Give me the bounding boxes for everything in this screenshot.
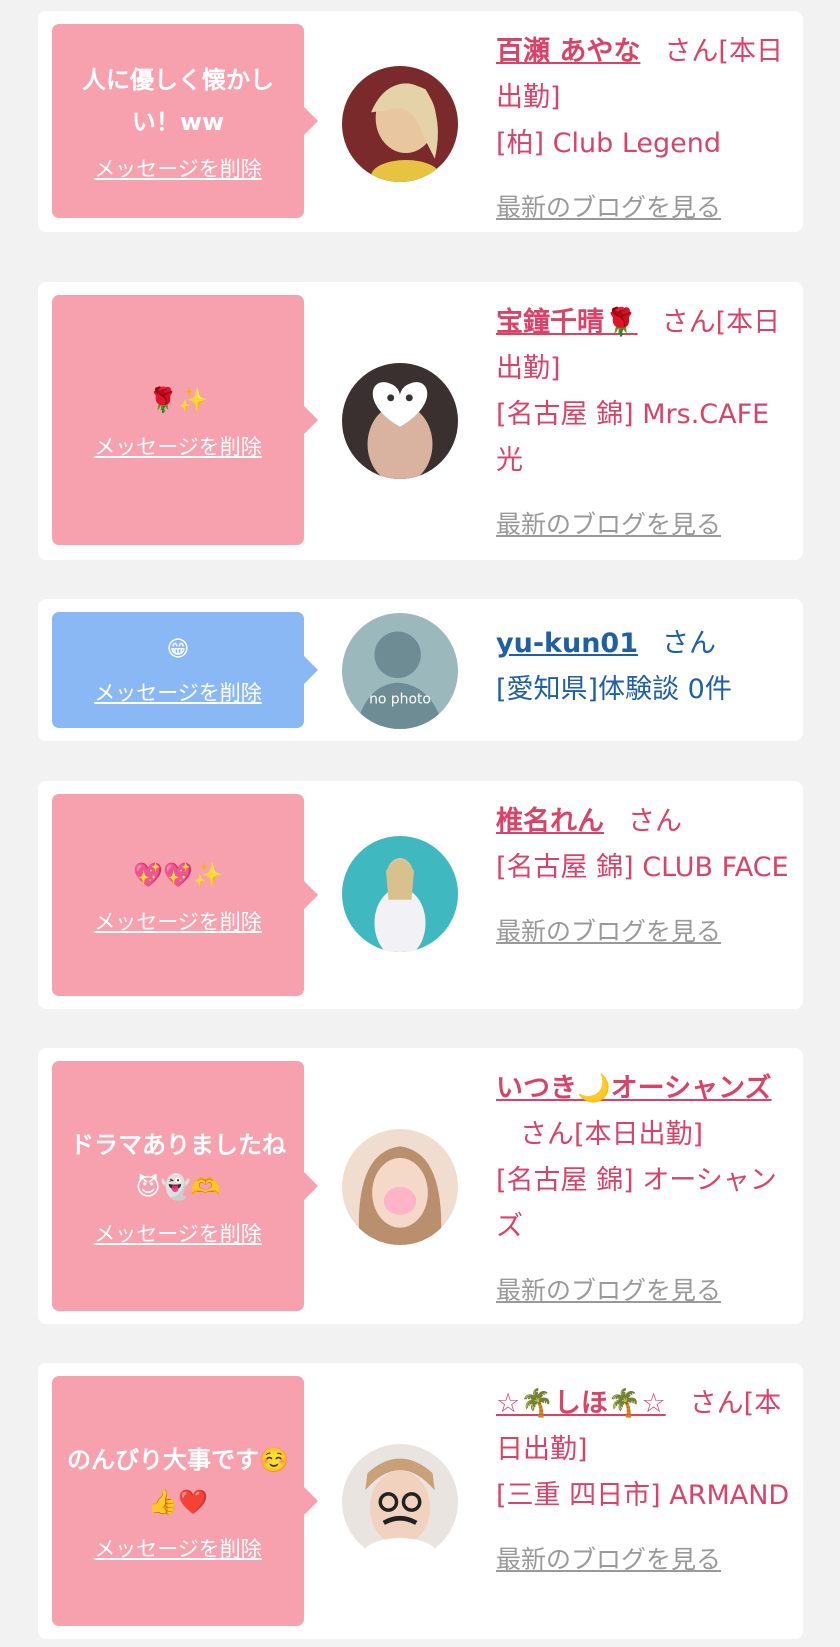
- shop-label: [柏] Club Legend: [496, 128, 722, 159]
- message-text: のんびり大事です☺️👍❤️: [67, 1446, 289, 1516]
- message-bubble: 人に優しく懐かしい！ww メッセージを削除: [52, 24, 318, 218]
- cast-name-link[interactable]: 百瀬 あやな: [496, 36, 640, 67]
- latest-blog-link[interactable]: 最新のブログを見る: [496, 185, 796, 231]
- shop-label: [名古屋 錦] オーシャンズ: [496, 1165, 777, 1242]
- message-bubble: のんびり大事です☺️👍❤️ メッセージを削除: [52, 1376, 318, 1626]
- avatar[interactable]: [342, 363, 458, 479]
- message-card: 💖💖✨ メッセージを削除 椎名れん さん [名古屋 錦] CLUB FACE 最新…: [38, 781, 803, 1009]
- message-text: 💖💖✨: [133, 861, 223, 889]
- delete-message-link[interactable]: メッセージを削除: [94, 431, 262, 461]
- cast-name-link[interactable]: 宝鐘千晴🌹: [496, 307, 638, 338]
- latest-blog-link[interactable]: 最新のブログを見る: [496, 1537, 796, 1583]
- cast-info: いつき🌙オーシャンズさん[本日出勤] [名古屋 錦] オーシャンズ 最新のブログ…: [496, 1066, 796, 1314]
- message-text: ドラマありましたね😈👻🫶: [70, 1131, 286, 1201]
- avatar[interactable]: [342, 1129, 458, 1245]
- cast-info: ☆🌴しほ🌴☆ さん[本日出勤] [三重 四日市] ARMAND 最新のブログを見る: [496, 1381, 796, 1583]
- honorific-status: さん: [628, 806, 682, 837]
- delete-message-link[interactable]: メッセージを削除: [94, 1218, 262, 1248]
- delete-message-link[interactable]: メッセージを削除: [94, 1533, 262, 1563]
- cast-name-link[interactable]: ☆🌴しほ🌴☆: [496, 1388, 666, 1419]
- latest-blog-link[interactable]: 最新のブログを見る: [496, 1268, 796, 1314]
- message-text: 😁: [166, 637, 190, 662]
- message-card: ドラマありましたね😈👻🫶 メッセージを削除 いつき🌙オーシャンズさん[本日出勤]…: [38, 1048, 803, 1324]
- avatar[interactable]: [342, 836, 458, 952]
- cast-info: 百瀬 あやな さん[本日出勤] [柏] Club Legend 最新のブログを見る: [496, 29, 796, 231]
- shop-label: [名古屋 錦] CLUB FACE: [496, 852, 789, 883]
- delete-message-link[interactable]: メッセージを削除: [94, 906, 262, 936]
- message-bubble: 😁 メッセージを削除: [52, 612, 318, 728]
- shop-label: [三重 四日市] ARMAND: [496, 1480, 790, 1511]
- message-card: 人に優しく懐かしい！ww メッセージを削除 百瀬 あやな さん[本日出勤] [柏]…: [38, 11, 803, 232]
- delete-message-link[interactable]: メッセージを削除: [94, 153, 262, 183]
- cast-info: 椎名れん さん [名古屋 錦] CLUB FACE 最新のブログを見る: [496, 799, 796, 955]
- user-name-link[interactable]: yu-kun01: [496, 628, 638, 659]
- user-info: yu-kun01 さん [愛知県]体験談 0件: [496, 621, 796, 713]
- avatar[interactable]: [342, 1444, 458, 1560]
- message-bubble: ドラマありましたね😈👻🫶 メッセージを削除: [52, 1061, 318, 1311]
- latest-blog-link[interactable]: 最新のブログを見る: [496, 502, 796, 548]
- message-card: 🌹✨ メッセージを削除 宝鐘千晴🌹 さん[本日出勤] [名古屋 錦] Mrs.CA…: [38, 282, 803, 560]
- message-text: 🌹✨: [148, 386, 208, 414]
- message-card: 😁 メッセージを削除 no photo yu-kun01 さん [愛知県]体験談 …: [38, 599, 803, 741]
- honorific: さん: [662, 628, 717, 659]
- review-count: [愛知県]体験談 0件: [496, 674, 732, 705]
- avatar[interactable]: [342, 66, 458, 182]
- cast-name-link[interactable]: いつき🌙オーシャンズ: [496, 1073, 772, 1104]
- delete-message-link[interactable]: メッセージを削除: [94, 677, 262, 707]
- cast-name-link[interactable]: 椎名れん: [496, 806, 604, 837]
- message-text: 人に優しく懐かしい！ww: [82, 66, 274, 136]
- no-photo-text: no photo: [369, 691, 431, 707]
- shop-label: [名古屋 錦] Mrs.CAFE 光: [496, 399, 770, 476]
- cast-info: 宝鐘千晴🌹 さん[本日出勤] [名古屋 錦] Mrs.CAFE 光 最新のブログを…: [496, 300, 796, 548]
- message-card: のんびり大事です☺️👍❤️ メッセージを削除 ☆🌴しほ🌴☆ さん[本日出勤] [三…: [38, 1363, 803, 1639]
- honorific-status: さん[本日出勤]: [520, 1119, 704, 1150]
- message-bubble: 💖💖✨ メッセージを削除: [52, 794, 318, 996]
- avatar[interactable]: no photo: [342, 613, 458, 729]
- latest-blog-link[interactable]: 最新のブログを見る: [496, 909, 796, 955]
- message-bubble: 🌹✨ メッセージを削除: [52, 295, 318, 545]
